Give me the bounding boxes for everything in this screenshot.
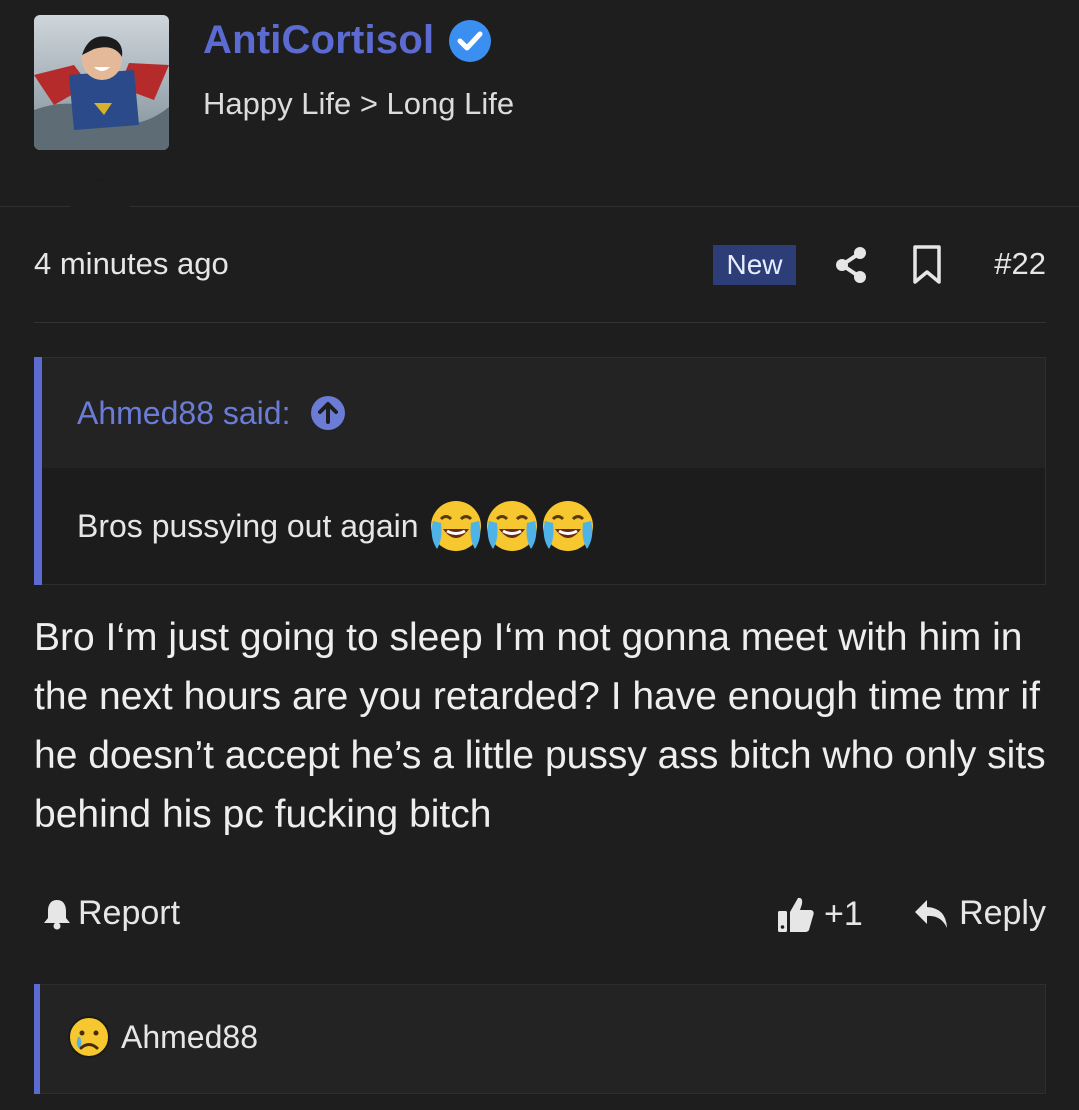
loudly-crying-face-emoji — [542, 501, 593, 551]
post-header: AntiCortisol Happy Life > Long Life — [0, 0, 1079, 207]
reply-button[interactable]: Reply — [913, 894, 1046, 933]
verified-badge-icon — [449, 19, 492, 62]
reactions-bar[interactable]: Ahmed88 — [34, 984, 1046, 1094]
loudly-crying-face-emoji — [430, 501, 481, 551]
user-title: Happy Life > Long Life — [203, 86, 515, 121]
report-button[interactable]: Report — [42, 894, 180, 933]
arrow-up-circle-icon[interactable] — [310, 395, 346, 431]
reactions-accent-bar — [34, 984, 40, 1094]
post-actions: Report +1 Reply — [34, 888, 1046, 942]
quote-accent-bar — [34, 357, 42, 585]
avatar[interactable] — [34, 15, 169, 150]
quote-header: Ahmed88 said: — [42, 358, 1045, 468]
avatar-image — [34, 15, 169, 150]
reactions-content: Ahmed88 — [67, 1015, 258, 1059]
reply-arrow-icon — [915, 899, 948, 928]
reaction-user[interactable]: Ahmed88 — [121, 1019, 258, 1056]
quote-text: Bros pussying out again — [77, 507, 419, 544]
quote-author[interactable]: Ahmed88 said: — [77, 395, 290, 432]
post-number[interactable]: #22 — [994, 246, 1046, 282]
username[interactable]: AntiCortisol — [203, 18, 434, 63]
bell-icon — [44, 899, 70, 929]
loudly-crying-face-emoji — [486, 501, 537, 551]
crying-face-emoji — [68, 1016, 110, 1058]
post-meta: 4 minutes ago New #22 — [34, 240, 1046, 290]
thumbs-up-icon — [778, 897, 814, 932]
post-timestamp[interactable]: 4 minutes ago — [34, 246, 229, 282]
reply-label: Reply — [959, 894, 1046, 932]
bookmark-icon[interactable] — [912, 245, 942, 285]
emoji-group — [429, 499, 595, 553]
new-badge: New — [713, 245, 796, 285]
share-icon[interactable] — [834, 246, 868, 284]
divider — [34, 322, 1046, 323]
report-label: Report — [78, 894, 181, 932]
quote-block: Ahmed88 said: Bros pussying out again — [34, 357, 1046, 585]
like-button[interactable]: +1 — [776, 894, 863, 934]
quote-body: Bros pussying out again — [42, 468, 1045, 584]
like-count: +1 — [824, 894, 863, 933]
post-message: Bro I‘m just going to sleep I‘m not gonn… — [34, 616, 1046, 836]
